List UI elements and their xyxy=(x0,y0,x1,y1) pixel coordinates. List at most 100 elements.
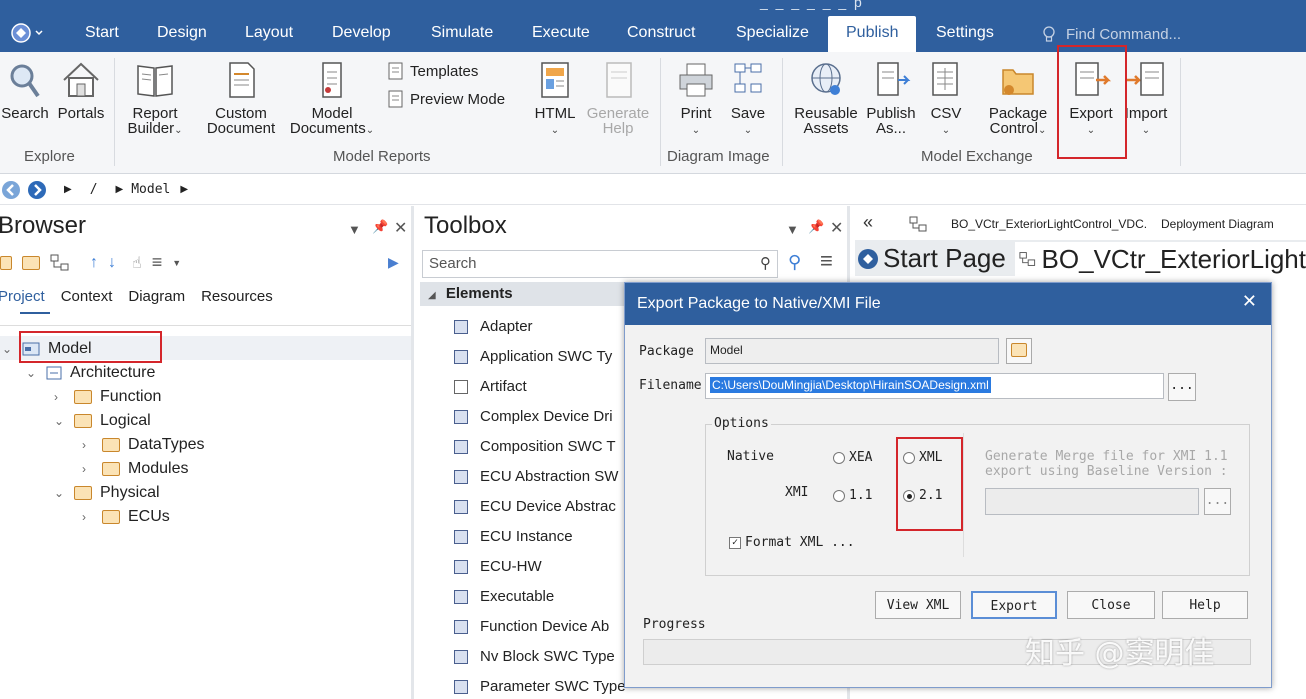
menu-simulate[interactable]: Simulate xyxy=(431,24,493,42)
menu-construct[interactable]: Construct xyxy=(627,24,695,42)
menu-settings[interactable]: Settings xyxy=(936,24,994,42)
portals-button[interactable]: Portals xyxy=(54,60,108,121)
html-button[interactable]: HTML ⌄ xyxy=(530,60,580,138)
chevron-down-icon[interactable]: ⌄ xyxy=(54,414,66,428)
folder-icon[interactable] xyxy=(22,255,40,270)
toolbox-item[interactable]: Nv Block SWC Type xyxy=(454,648,615,665)
collapse-icon[interactable]: ◢ xyxy=(428,290,436,301)
menu-execute[interactable]: Execute xyxy=(532,24,590,42)
chevron-down-icon[interactable]: ▼ xyxy=(172,258,181,268)
hand-pointer-icon[interactable]: ☝ xyxy=(132,253,142,273)
path-caret-icon[interactable]: ▶ xyxy=(116,184,124,195)
tree-item-architecture[interactable]: ⌄ Architecture xyxy=(26,362,155,384)
toolbox-item[interactable]: Complex Device Dri xyxy=(454,408,613,425)
csv-button[interactable]: CSV ⌄ xyxy=(924,60,968,138)
forward-arrow-icon[interactable] xyxy=(26,179,48,201)
pin-icon[interactable]: 📌 xyxy=(372,219,388,235)
chevron-down-icon[interactable]: ⌄ xyxy=(54,486,66,500)
radio-xmi-11[interactable]: 1.1 xyxy=(833,488,872,503)
chevron-right-icon[interactable]: › xyxy=(82,510,94,524)
filename-input[interactable]: C:\Users\DouMingjia\Desktop\HirainSOADes… xyxy=(705,373,1164,399)
path-root[interactable]: / xyxy=(90,182,98,197)
menu-specialize[interactable]: Specialize xyxy=(736,24,809,42)
view-xml-button[interactable]: View XML xyxy=(875,591,961,619)
radio-xea[interactable]: XEA xyxy=(833,450,872,465)
toolbox-item[interactable]: Executable xyxy=(454,588,554,605)
toolbox-item[interactable]: ECU Abstraction SW xyxy=(454,468,618,485)
filename-browse-button[interactable]: ... xyxy=(1168,373,1196,401)
toolbox-item[interactable]: Parameter SWC Type xyxy=(454,678,626,695)
report-builder-button[interactable]: Report Builder⌄ xyxy=(120,60,190,138)
toolbox-item[interactable]: ECU-HW xyxy=(454,558,542,575)
chevron-down-icon[interactable]: ▼ xyxy=(786,222,799,237)
format-xml-checkbox[interactable]: ✓ Format XML ... xyxy=(729,535,855,550)
package-control-button[interactable]: Package Control⌄ xyxy=(982,60,1054,138)
custom-document-button[interactable]: Custom Document xyxy=(200,60,282,136)
close-icon[interactable]: ✕ xyxy=(1242,291,1257,312)
tree-item-logical[interactable]: ⌄ Logical xyxy=(54,410,151,432)
menu-layout[interactable]: Layout xyxy=(245,24,293,42)
publish-as-button[interactable]: Publish As... xyxy=(862,60,920,136)
menu-develop[interactable]: Develop xyxy=(332,24,391,42)
pin-icon[interactable]: 📌 xyxy=(808,219,824,235)
tab-diagram[interactable]: Diagram xyxy=(128,288,185,305)
close-button[interactable]: Close xyxy=(1067,591,1155,619)
tree-item-physical[interactable]: ⌄ Physical xyxy=(54,482,160,504)
help-button[interactable]: Help xyxy=(1162,591,1248,619)
tree-item-datatypes[interactable]: › DataTypes xyxy=(82,434,204,456)
chevron-right-icon[interactable]: › xyxy=(82,438,94,452)
tree-item-ecus[interactable]: › ECUs xyxy=(82,506,170,528)
new-folder-icon[interactable] xyxy=(0,255,12,270)
templates-button[interactable]: Templates xyxy=(388,62,478,80)
menu-lines-icon[interactable]: ≡ xyxy=(152,252,163,273)
path-caret-icon[interactable]: ▶ xyxy=(64,184,72,195)
model-documents-button[interactable]: Model Documents⌄ xyxy=(284,60,380,138)
hierarchy-icon[interactable] xyxy=(50,254,70,272)
chevron-down-icon[interactable]: ⌄ xyxy=(26,366,38,380)
toolbox-item[interactable]: Application SWC Ty xyxy=(454,348,612,365)
save-button[interactable]: Save ⌄ xyxy=(724,60,772,138)
toolbox-item[interactable]: Composition SWC T xyxy=(454,438,616,455)
tab-diagram-active[interactable]: BO_VCtr_ExteriorLight xyxy=(1015,242,1306,276)
menu-design[interactable]: Design xyxy=(157,24,207,42)
menu-lines-icon[interactable]: ≡ xyxy=(820,248,833,274)
chevron-right-icon[interactable]: › xyxy=(54,390,66,404)
close-icon[interactable]: ✕ xyxy=(830,218,843,238)
search-icon[interactable]: ⚲ xyxy=(760,254,771,272)
tree-item-function[interactable]: › Function xyxy=(54,386,161,408)
search-button[interactable]: Search xyxy=(0,60,50,121)
chevron-down-icon[interactable]: ▼ xyxy=(348,222,361,237)
reusable-assets-button[interactable]: Reusable Assets xyxy=(790,60,862,136)
expand-right-icon[interactable]: ▶ xyxy=(388,254,399,271)
find-icon[interactable]: ⚲ xyxy=(788,252,801,273)
toolbox-item[interactable]: Adapter xyxy=(454,318,533,335)
tab-context[interactable]: Context xyxy=(61,288,113,305)
app-logo-icon[interactable] xyxy=(10,22,44,44)
tab-resources[interactable]: Resources xyxy=(201,288,273,305)
toolbox-item[interactable]: ECU Device Abstrac xyxy=(454,498,616,515)
preview-mode-button[interactable]: Preview Mode xyxy=(388,90,505,108)
menu-start[interactable]: Start xyxy=(85,24,119,42)
menu-publish[interactable]: Publish xyxy=(828,16,917,52)
tab-project[interactable]: Project xyxy=(0,288,45,305)
baseline-browse-button[interactable]: ... xyxy=(1204,488,1231,515)
chevron-right-icon[interactable]: › xyxy=(82,462,94,476)
toolbox-item[interactable]: Artifact xyxy=(454,378,527,395)
move-up-icon[interactable]: ↑ xyxy=(90,254,98,272)
print-button[interactable]: Print ⌄ xyxy=(672,60,720,138)
package-browse-button[interactable] xyxy=(1006,338,1032,364)
path-caret-icon[interactable]: ▶ xyxy=(180,184,188,195)
move-down-icon[interactable]: ↓ xyxy=(108,254,116,272)
find-command[interactable]: Find Command... xyxy=(1042,25,1181,43)
toolbox-item[interactable]: ECU Instance xyxy=(454,528,573,545)
back-arrow-icon[interactable] xyxy=(0,179,22,201)
toolbox-search-input[interactable]: Search ⚲ xyxy=(422,250,778,278)
toolbox-item[interactable]: Function Device Ab xyxy=(454,618,609,635)
tab-start-page[interactable]: Start Page xyxy=(857,243,1006,274)
export-confirm-button[interactable]: Export xyxy=(971,591,1057,619)
double-chevron-left-icon[interactable]: « xyxy=(863,212,873,233)
chevron-down-icon[interactable]: ⌄ xyxy=(2,342,14,356)
path-model[interactable]: Model xyxy=(131,182,170,197)
close-icon[interactable]: ✕ xyxy=(394,218,407,238)
tree-item-modules[interactable]: › Modules xyxy=(82,458,188,480)
